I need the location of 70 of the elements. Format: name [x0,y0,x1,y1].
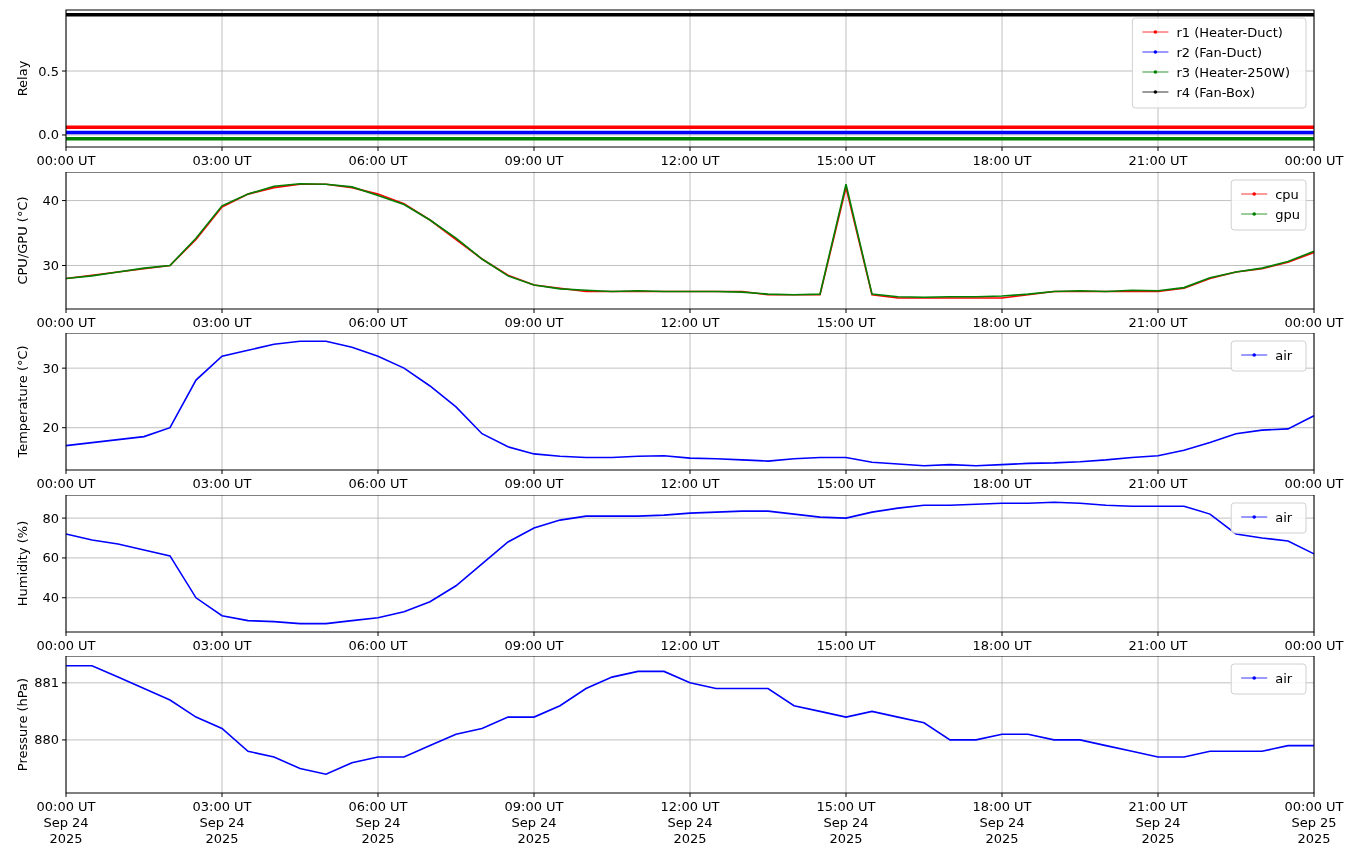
x-tick-label: 09:00 UT [504,476,564,492]
x-tick-label: 06:00 UT Sep 24 2025 [348,799,408,847]
x-tick-label: 00:00 UT [1284,153,1344,168]
y-tick-label: 80 [42,510,59,526]
x-tick-label: 00:00 UT [36,314,96,330]
x-tick-label: 09:00 UT [504,637,564,653]
x-tick-label: 12:00 UT [660,153,720,168]
y-tick-label: 40 [42,590,59,606]
x-tick-label: 09:00 UT [504,153,564,168]
y-tick-label: 40 [42,192,59,208]
x-tick-label: 00:00 UT [36,476,96,492]
x-tick-label: 00:00 UT [1284,476,1344,492]
x-tick-label: 12:00 UT [660,314,720,330]
x-tick-label: 00:00 UT Sep 24 2025 [36,799,96,847]
legend-label: air [1275,348,1293,364]
x-tick-label: 18:00 UT [972,314,1032,330]
x-tick-label: 18:00 UT [972,637,1032,653]
x-tick-label: 00:00 UT [1284,314,1344,330]
x-tick-label: 18:00 UT [972,476,1032,492]
legend-label: r1 (Heater-Duct) [1176,25,1283,40]
y-tick-label: 0.5 [38,63,59,79]
x-tick-label: 09:00 UT Sep 24 2025 [504,799,564,847]
x-tick-label: 03:00 UT [192,314,252,330]
x-tick-label: 03:00 UT [192,476,252,492]
y-tick-label: 880 [34,732,59,748]
legend-label: air [1275,509,1293,525]
x-tick-label: 06:00 UT [348,153,408,168]
x-tick-label: 00:00 UT Sep 25 2025 [1284,799,1344,847]
legend-label: r3 (Heater-250W) [1176,65,1290,80]
x-tick-label: 21:00 UT Sep 24 2025 [1128,799,1188,847]
y-axis-label: CPU/GPU (°C) [15,196,30,285]
y-tick-label: 881 [34,675,59,691]
x-tick-label: 18:00 UT [972,153,1032,168]
x-tick-label: 00:00 UT [1284,637,1344,653]
x-tick-label: 03:00 UT Sep 24 2025 [192,799,252,847]
y-tick-label: 0.0 [38,127,59,143]
x-tick-label: 06:00 UT [348,476,408,492]
x-tick-label: 12:00 UT [660,637,720,653]
y-tick-label: 20 [42,420,59,436]
y-axis-label: Relay [15,60,30,97]
y-axis-label: Pressure (hPa) [15,678,30,772]
x-tick-label: 06:00 UT [348,314,408,330]
legend-label: gpu [1275,206,1300,222]
x-tick-label: 03:00 UT [192,637,252,653]
x-tick-label: 21:00 UT [1128,153,1188,168]
x-tick-label: 18:00 UT Sep 24 2025 [972,799,1032,847]
x-tick-label: 21:00 UT [1128,637,1188,653]
legend-label: air [1275,671,1293,687]
y-tick-label: 30 [42,257,59,273]
x-tick-label: 15:00 UT [816,314,876,330]
x-tick-label: 12:00 UT Sep 24 2025 [660,799,720,847]
legend-label: r4 (Fan-Box) [1176,85,1256,100]
x-tick-label: 15:00 UT [816,153,876,168]
x-tick-label: 06:00 UT [348,637,408,653]
y-tick-label: 60 [42,550,59,566]
x-tick-label: 15:00 UT [816,476,876,492]
x-tick-label: 00:00 UT [36,153,96,168]
legend-label: cpu [1275,186,1299,202]
x-tick-label: 00:00 UT [36,637,96,653]
x-tick-label: 15:00 UT [816,637,876,653]
x-tick-label: 03:00 UT [192,153,252,168]
y-axis-label: Humidity (%) [15,520,30,607]
x-tick-label: 21:00 UT [1128,314,1188,330]
y-axis-label: Temperature (°C) [15,345,30,458]
x-tick-label: 21:00 UT [1128,476,1188,492]
y-tick-label: 30 [42,360,59,376]
legend-label: r2 (Fan-Duct) [1176,45,1262,60]
x-tick-label: 15:00 UT Sep 24 2025 [816,799,876,847]
x-tick-label: 12:00 UT [660,476,720,492]
x-tick-label: 09:00 UT [504,314,564,330]
